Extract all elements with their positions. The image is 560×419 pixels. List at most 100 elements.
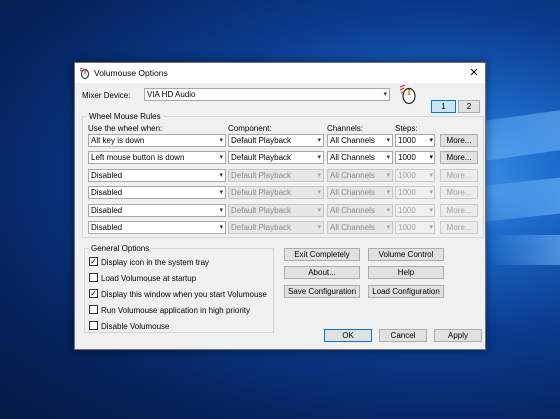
mixer-device-value: VIA HD Audio — [147, 90, 196, 99]
cancel-button[interactable]: Cancel — [379, 329, 427, 342]
steps-combo: 1000 ▾ — [395, 221, 435, 234]
option-label: Display this window when you start Volum… — [101, 290, 267, 299]
option-label: Load Volumouse at startup — [101, 274, 197, 283]
chevron-down-icon: ▾ — [317, 137, 321, 144]
more-button: More... — [440, 204, 478, 217]
close-icon[interactable]: ✕ — [463, 63, 485, 83]
about-button[interactable]: About... — [284, 266, 360, 279]
option-checkbox[interactable]: ✓ — [89, 289, 98, 298]
channels-header: Channels: — [327, 124, 364, 133]
chevron-down-icon: ▾ — [429, 189, 433, 196]
component-value: Default Playback — [231, 136, 292, 145]
chevron-down-icon: ▾ — [386, 172, 390, 179]
chevron-down-icon: ▾ — [317, 189, 321, 196]
chevron-down-icon: ▾ — [383, 91, 387, 98]
chevron-down-icon: ▾ — [219, 137, 223, 144]
channels-value: All Channels — [330, 223, 375, 232]
use-wheel-value: Disabled — [91, 171, 123, 180]
volumouse-app-icon — [79, 67, 89, 79]
use-wheel-select[interactable]: Disabled ▾ — [88, 186, 226, 199]
wallpaper-beam — [490, 235, 560, 265]
component-value: Default Playback — [231, 153, 292, 162]
option-label: Run Volumouse application in high priori… — [101, 306, 250, 315]
steps-value: 1000 — [398, 153, 416, 162]
save-configuration-button[interactable]: Save Configuration — [284, 285, 360, 298]
title-bar[interactable]: Volumouse Options ✕ — [75, 63, 485, 83]
chevron-down-icon: ▾ — [317, 207, 321, 214]
chevron-down-icon: ▾ — [429, 207, 433, 214]
use-wheel-select[interactable]: Disabled ▾ — [88, 221, 226, 234]
chevron-down-icon: ▾ — [429, 154, 433, 161]
window-title: Volumouse Options — [94, 68, 168, 78]
component-select[interactable]: Default Playback ▾ — [228, 134, 324, 147]
channels-select[interactable]: All Channels ▾ — [327, 151, 393, 164]
ok-button[interactable]: OK — [324, 329, 372, 342]
page-2-button[interactable]: 2 — [458, 100, 480, 113]
component-value: Default Playback — [231, 206, 292, 215]
more-button[interactable]: More... — [440, 151, 478, 164]
steps-value: 1000 — [398, 188, 416, 197]
use-wheel-value: Left mouse button is down — [91, 153, 185, 162]
page-1-button[interactable]: 1 — [431, 100, 456, 113]
channels-select: All Channels ▾ — [327, 204, 393, 217]
use-wheel-value: Alt key is down — [91, 136, 145, 145]
chevron-down-icon: ▾ — [317, 224, 321, 231]
exit-completely-button[interactable]: Exit Completely — [284, 248, 360, 261]
option-checkbox[interactable]: ✓ — [89, 257, 98, 266]
channels-select: All Channels ▾ — [327, 169, 393, 182]
steps-combo: 1000 ▾ — [395, 169, 435, 182]
option-checkbox[interactable] — [89, 305, 98, 314]
channels-value: All Channels — [330, 206, 375, 215]
steps-combo[interactable]: 1000 ▾ — [395, 151, 435, 164]
steps-value: 1000 — [398, 206, 416, 215]
channels-value: All Channels — [330, 188, 375, 197]
check-icon: ✓ — [90, 257, 97, 266]
use-wheel-select[interactable]: Disabled ▾ — [88, 204, 226, 217]
general-options-title: General Options — [89, 244, 152, 253]
mouse-volume-icon — [399, 84, 416, 105]
more-button: More... — [440, 221, 478, 234]
channels-select[interactable]: All Channels ▾ — [327, 134, 393, 147]
volume-control-button[interactable]: Volume Control — [368, 248, 444, 261]
wheel-mouse-rules-title: Wheel Mouse Rules — [87, 112, 163, 121]
chevron-down-icon: ▾ — [386, 207, 390, 214]
use-wheel-select[interactable]: Alt key is down ▾ — [88, 134, 226, 147]
chevron-down-icon: ▾ — [429, 224, 433, 231]
mixer-device-select[interactable]: VIA HD Audio ▾ — [144, 88, 390, 101]
component-select[interactable]: Default Playback ▾ — [228, 151, 324, 164]
steps-combo: 1000 ▾ — [395, 186, 435, 199]
option-checkbox[interactable] — [89, 273, 98, 282]
chevron-down-icon: ▾ — [219, 224, 223, 231]
component-value: Default Playback — [231, 171, 292, 180]
load-configuration-button[interactable]: Load Configuration — [368, 285, 444, 298]
help-button[interactable]: Help — [368, 266, 444, 279]
chevron-down-icon: ▾ — [429, 172, 433, 179]
component-select: Default Playback ▾ — [228, 204, 324, 217]
use-wheel-value: Disabled — [91, 188, 123, 197]
more-button[interactable]: More... — [440, 134, 478, 147]
component-select: Default Playback ▾ — [228, 169, 324, 182]
option-label: Display icon in the system tray — [101, 258, 210, 267]
option-checkbox[interactable] — [89, 321, 98, 330]
use-wheel-select[interactable]: Disabled ▾ — [88, 169, 226, 182]
channels-value: All Channels — [330, 153, 375, 162]
component-value: Default Playback — [231, 223, 292, 232]
chevron-down-icon: ▾ — [386, 224, 390, 231]
chevron-down-icon: ▾ — [219, 172, 223, 179]
use-wheel-value: Disabled — [91, 206, 123, 215]
apply-button[interactable]: Apply — [434, 329, 482, 342]
use-wheel-select[interactable]: Left mouse button is down ▾ — [88, 151, 226, 164]
chevron-down-icon: ▾ — [386, 137, 390, 144]
channels-value: All Channels — [330, 136, 375, 145]
chevron-down-icon: ▾ — [317, 154, 321, 161]
chevron-down-icon: ▾ — [219, 207, 223, 214]
mixer-device-label: Mixer Device: — [82, 91, 131, 100]
chevron-down-icon: ▾ — [429, 137, 433, 144]
chevron-down-icon: ▾ — [386, 189, 390, 196]
more-button: More... — [440, 186, 478, 199]
steps-value: 1000 — [398, 171, 416, 180]
chevron-down-icon: ▾ — [386, 154, 390, 161]
steps-combo[interactable]: 1000 ▾ — [395, 134, 435, 147]
option-label: Disable Volumouse — [101, 322, 170, 331]
chevron-down-icon: ▾ — [317, 172, 321, 179]
